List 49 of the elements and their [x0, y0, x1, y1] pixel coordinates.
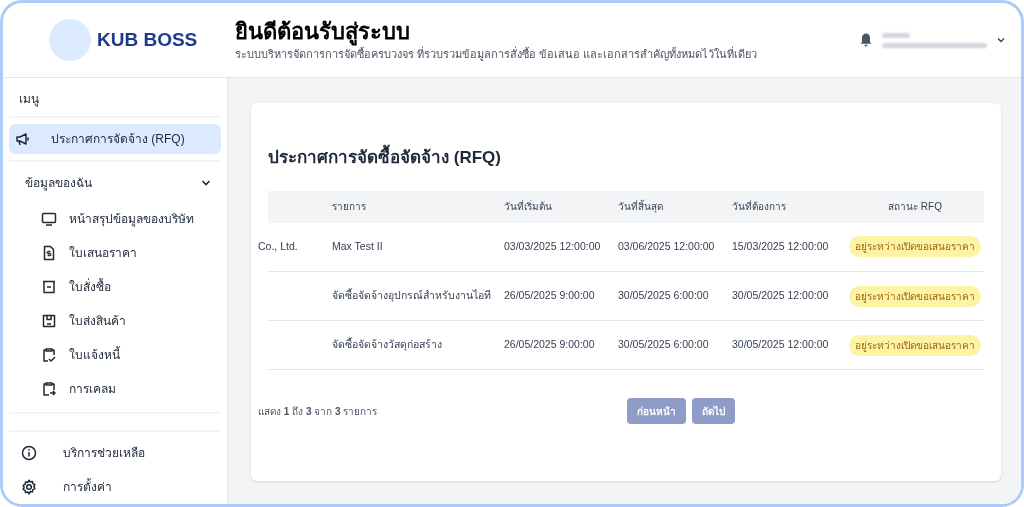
table-cell: 30/05/2025 6:00:00 — [618, 271, 732, 321]
table-cell: จัดซื้อจัดจ้างอุปกรณ์สำหรับงานไอที — [332, 271, 504, 321]
sidebar-item[interactable]: การเคลม — [9, 374, 221, 404]
table-cell: 30/05/2025 12:00:00 — [732, 271, 846, 321]
sidebar-item[interactable]: ใบเสนอราคา — [9, 238, 221, 268]
bell-icon[interactable] — [860, 33, 872, 47]
monitor-icon — [41, 211, 57, 227]
dollar-document-icon — [41, 245, 57, 261]
menu-group[interactable]: ข้อมูลของฉัน — [9, 166, 221, 200]
status-badge: อยู่ระหว่างเปิดขอเสนอราคา — [849, 236, 981, 258]
column-header: รายการ — [332, 190, 504, 223]
column-header: สถานะ RFQ — [846, 190, 984, 223]
table-cell: 03/03/2025 12:00:00 — [504, 222, 618, 272]
chevron-down-icon[interactable] — [997, 37, 1005, 43]
column-header: วันที่ต้องการ — [732, 190, 846, 223]
page-title: ยินดีต้อนรับสู่ระบบ — [235, 18, 410, 46]
table-cell: Max Test II — [332, 222, 504, 272]
table-cell-text: Co., Ltd. — [258, 238, 299, 254]
clipboard-arrow-icon — [41, 381, 57, 397]
sidebar-item[interactable]: หน้าสรุปข้อมูลของบริษัท — [9, 204, 221, 234]
pagination-summary: แสดง 1 ถึง 3 จาก 3 รายการ — [258, 404, 378, 419]
column-header: วันที่สิ้นสุด — [618, 190, 732, 223]
column-header: วันที่เริ่มต้น — [504, 190, 618, 223]
sidebar-item[interactable]: ใบสั่งซื้อ — [9, 272, 221, 302]
sidebar-item[interactable]: ใบส่งสินค้า — [9, 306, 221, 336]
table-cell: 26/05/2025 9:00:00 — [504, 271, 618, 321]
blurred-user-name — [882, 32, 910, 38]
section-title: ประกาศการจัดซื้อจัดจ้าง (RFQ) — [268, 145, 984, 171]
logo-text: KUB BOSS — [97, 27, 198, 52]
status-badge: อยู่ระหว่างเปิดขอเสนอราคา — [849, 285, 981, 307]
clipboard-check-icon — [41, 347, 57, 363]
sidebar-item[interactable]: ประกาศการจัดจ้าง (RFQ) — [9, 124, 221, 154]
sidebar-item[interactable]: การตั้งค่า — [9, 472, 221, 502]
table-cell: 15/03/2025 12:00:00 — [732, 222, 846, 272]
tray-icon — [41, 279, 57, 295]
table-cell: 03/06/2025 12:00:00 — [618, 222, 732, 272]
table-cell: 30/05/2025 6:00:00 — [618, 320, 732, 370]
table-cell: 26/05/2025 9:00:00 — [504, 320, 618, 370]
table-cell: 30/05/2025 12:00:00 — [732, 320, 846, 370]
sidebar-item[interactable]: บริการช่วยเหลือ — [9, 438, 221, 468]
settings-icon — [21, 479, 37, 495]
status-badge: อยู่ระหว่างเปิดขอเสนอราคา — [849, 334, 981, 356]
megaphone-icon — [15, 131, 31, 147]
info-icon — [21, 445, 37, 461]
table-cell: จัดซื้อจัดจ้างวัสดุก่อสร้าง — [332, 320, 504, 370]
chevron-down-icon — [201, 179, 211, 187]
sidebar-item[interactable]: ใบแจ้งหนี้ — [9, 340, 221, 370]
page-subtitle: ระบบบริหารจัดการการจัดซื้อครบวงจร ที่รวบรวมข้อมูลการสั่งซื้อ ข้อเสนอ และเอกสารสำคัญทั้งหมดไว้ในที่เดียว — [235, 45, 758, 62]
menu-label: เมนู — [9, 90, 221, 118]
